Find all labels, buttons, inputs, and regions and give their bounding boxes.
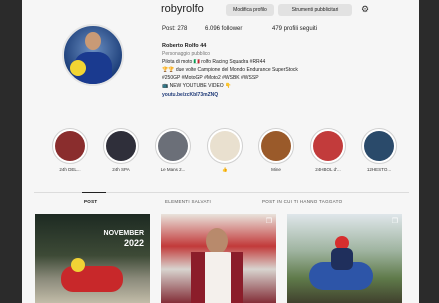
background-right bbox=[419, 0, 439, 303]
background-left bbox=[0, 0, 22, 303]
post-person-jacket-right bbox=[231, 252, 243, 303]
highlight-ring bbox=[103, 128, 139, 164]
avatar-helmet bbox=[70, 60, 86, 76]
edit-profile-button[interactable]: Modifica profilo bbox=[226, 4, 274, 16]
profile-page: robyrolfo Modifica profilo Strumenti pub… bbox=[22, 0, 419, 303]
highlight-cover bbox=[261, 131, 291, 161]
post-badge-year: 2022 bbox=[123, 238, 144, 248]
highlight-cover bbox=[364, 131, 394, 161]
followers-count[interactable]: 6.096 follower bbox=[205, 26, 242, 32]
highlight-ring bbox=[258, 128, 294, 164]
highlight-label: Mine bbox=[271, 167, 281, 172]
highlight-item[interactable]: 24h SPA bbox=[101, 128, 141, 172]
username: robyrolfo bbox=[161, 3, 204, 15]
highlight-label: Le Mans 2... bbox=[160, 167, 186, 172]
post-person-jacket bbox=[191, 252, 205, 303]
avatar-face bbox=[85, 32, 101, 50]
bio-line-2: 🏆🏆 due volte Campione del Mondo Enduranc… bbox=[162, 67, 298, 73]
bio-line-4: 📺 NEW YOUTUBE VIDEO 👇 bbox=[162, 83, 232, 89]
highlight-item[interactable]: Le Mans 2... bbox=[153, 128, 193, 172]
tab-tagged[interactable]: POST IN CUI TI HANNO TAGGATO bbox=[262, 199, 342, 204]
ad-tools-button[interactable]: Strumenti pubblicitari bbox=[278, 4, 352, 16]
carousel-icon: ❐ bbox=[391, 218, 398, 225]
bio-line-1: Pilota di moto 🇮🇹 rolfo Racing Squadra #… bbox=[162, 59, 266, 65]
post-badge-month: NOVEMBER bbox=[103, 230, 144, 237]
following-count[interactable]: 479 profili seguiti bbox=[272, 26, 317, 32]
bio-link[interactable]: youtu.be/zcKbI73mZNQ bbox=[162, 92, 218, 98]
post-person-face bbox=[206, 228, 228, 254]
highlight-item[interactable]: 24HBOL d'... bbox=[308, 128, 348, 172]
highlight-label: 24h DEL... bbox=[59, 167, 81, 172]
posts-count: Post: 278 bbox=[162, 26, 188, 32]
carousel-icon: ❐ bbox=[265, 218, 272, 225]
post-tile[interactable]: NOVEMBER 2022 bbox=[35, 214, 150, 303]
post-tile[interactable]: ❐ bbox=[161, 214, 276, 303]
highlight-cover bbox=[158, 131, 188, 161]
highlight-ring bbox=[52, 128, 88, 164]
post-rider-helmet bbox=[71, 258, 85, 272]
tab-saved[interactable]: ELEMENTI SALVATI bbox=[165, 199, 211, 204]
tab-posts[interactable]: POST bbox=[84, 199, 97, 204]
highlight-ring bbox=[207, 128, 243, 164]
active-tab-indicator bbox=[82, 192, 106, 193]
bio-line-3: #250GP #MotoGP #Moto2 #WSBK #WSSP bbox=[162, 75, 259, 81]
profile-name: Roberto Rolfo 44 bbox=[162, 43, 207, 49]
highlight-cover bbox=[106, 131, 136, 161]
post-motorbike bbox=[61, 266, 123, 292]
highlight-ring bbox=[361, 128, 397, 164]
highlight-label: 👍 bbox=[222, 167, 228, 172]
highlight-ring bbox=[155, 128, 191, 164]
post-tile[interactable]: ❐ bbox=[287, 214, 402, 303]
highlight-label: 24h SPA bbox=[112, 167, 130, 172]
highlight-item[interactable]: 12HESTO... bbox=[359, 128, 399, 172]
highlight-ring bbox=[310, 128, 346, 164]
highlight-label: 12HESTO... bbox=[366, 167, 392, 172]
avatar[interactable] bbox=[62, 24, 124, 86]
highlight-cover bbox=[313, 131, 343, 161]
post-rider-suit bbox=[331, 248, 353, 270]
highlight-item[interactable]: 24h DEL... bbox=[50, 128, 90, 172]
gear-icon[interactable]: ⚙ bbox=[361, 5, 370, 14]
highlight-item[interactable]: Mine bbox=[256, 128, 296, 172]
highlight-item[interactable]: 👍 bbox=[205, 128, 245, 173]
highlight-cover bbox=[55, 131, 85, 161]
highlight-label: 24HBOL d'... bbox=[315, 167, 341, 172]
highlight-cover bbox=[210, 131, 240, 161]
profile-category: Personaggio pubblico bbox=[162, 51, 211, 57]
